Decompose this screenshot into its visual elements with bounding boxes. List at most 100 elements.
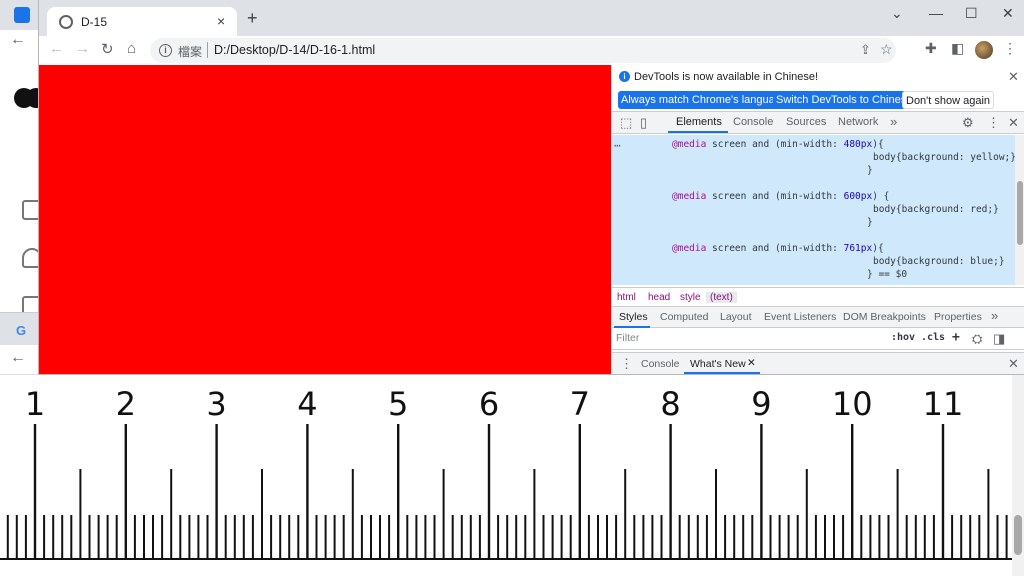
share-icon[interactable]: ⇪ [860, 42, 871, 58]
code-scrollbar-thumb[interactable] [1017, 181, 1023, 245]
code-keyword: @media [672, 139, 707, 150]
ruler-label: 10 [832, 385, 873, 423]
tab-elements[interactable]: Elements [676, 116, 722, 128]
breadcrumb: html head style (text) [612, 287, 1024, 307]
browser-window: D-15 × + ⌄ — ☐ ✕ ← → ↻ ⌂ i 檔案 D:/Desktop… [39, 0, 1024, 374]
code-line[interactable]: @media screen and (min-width: 600px) { [672, 191, 889, 202]
minimize-button[interactable]: — [929, 5, 943, 21]
tab-network[interactable]: Network [838, 116, 878, 128]
browser-toolbar: ← → ↻ ⌂ i 檔案 D:/Desktop/D-14/D-16-1.html… [39, 36, 1024, 65]
bookmark-star-icon[interactable]: ☆ [880, 41, 893, 58]
code-line[interactable]: @media screen and (min-width: 480px){ [672, 139, 884, 150]
subtab-computed[interactable]: Computed [660, 311, 708, 323]
ellipsis-icon[interactable]: ⋯ [614, 139, 621, 152]
switch-to-chinese-button[interactable]: Switch DevTools to Chinese [773, 91, 916, 109]
back-icon[interactable]: ← [10, 349, 26, 367]
code-line[interactable]: body{background: red;} [873, 204, 999, 215]
ruler-label: 11 [923, 385, 964, 423]
device-toolbar-icon[interactable]: ▯ [640, 115, 647, 131]
ruler-label: 9 [751, 385, 771, 423]
element-state-icon[interactable]: ⛭ [972, 331, 982, 347]
styles-filter-bar: Filter :hov .cls + ⛭ ◨ [612, 328, 1024, 350]
tab-strip: D-15 × + ⌄ — ☐ ✕ [39, 0, 1024, 36]
menu-icon[interactable]: ⋮ [1003, 40, 1017, 57]
ruler-label: 5 [388, 385, 408, 423]
subtab-properties[interactable]: Properties [934, 311, 982, 323]
profile-avatar[interactable] [975, 41, 993, 59]
breadcrumb-style[interactable]: style [680, 292, 701, 303]
tab-search-icon[interactable]: ⌄ [891, 5, 903, 22]
code-text: screen and (min-width: [706, 243, 844, 254]
side-panel-icon[interactable]: ◧ [951, 40, 964, 57]
breadcrumb-text[interactable]: (text) [706, 292, 737, 303]
new-tab-button[interactable]: + [247, 9, 258, 27]
more-options-icon[interactable]: ⋮ [987, 115, 1000, 131]
code-line[interactable]: body{background: blue;} [873, 256, 1005, 267]
code-text: ){ [872, 139, 884, 150]
devtools-drawer: ⋮ Console What's New ✕ ✕ [612, 352, 1024, 374]
forward-button[interactable]: → [75, 40, 90, 57]
code-line[interactable]: } [867, 165, 873, 176]
always-match-language-button[interactable]: Always match Chrome's language [618, 91, 790, 109]
address-url[interactable]: D:/Desktop/D-14/D-16-1.html [214, 43, 375, 57]
elements-code-view[interactable]: ⋯ @media screen and (min-width: 480px){ … [612, 135, 1015, 285]
drawer-tab-whats-new[interactable]: What's New [690, 358, 746, 370]
reload-button[interactable]: ↻ [101, 40, 114, 58]
info-icon[interactable]: i [159, 44, 172, 57]
close-drawer-tab-icon[interactable]: ✕ [747, 357, 756, 369]
code-keyword: @media [672, 243, 707, 254]
scrollbar[interactable] [1012, 375, 1024, 576]
devtools-tabs: ⬚ ▯ Elements Console Sources Network » ⚙… [612, 112, 1024, 134]
scrollbar-thumb[interactable] [1014, 515, 1022, 555]
code-line[interactable]: } [867, 217, 873, 228]
dont-show-again-button[interactable]: Don't show again [902, 91, 995, 109]
breadcrumb-head[interactable]: head [648, 292, 670, 303]
tab-sources[interactable]: Sources [786, 116, 826, 128]
background-back-icon[interactable]: ← [10, 31, 26, 49]
drawer-tab-console[interactable]: Console [641, 358, 680, 370]
hover-state-toggle[interactable]: :hov [891, 332, 915, 343]
subtab-dom-breakpoints[interactable]: DOM Breakpoints [843, 311, 926, 323]
tab-console[interactable]: Console [733, 116, 773, 128]
info-icon: i [619, 71, 630, 82]
class-toggle[interactable]: .cls [921, 332, 945, 343]
filter-input[interactable]: Filter [616, 332, 639, 344]
code-text: screen and (min-width: [706, 139, 844, 150]
code-line[interactable]: body{background: yellow;} [873, 152, 1015, 163]
extensions-icon[interactable]: ✚ [925, 40, 937, 57]
close-tab-icon[interactable]: × [217, 13, 225, 29]
maximize-button[interactable]: ☐ [965, 5, 978, 22]
subtab-styles[interactable]: Styles [619, 311, 648, 323]
back-button[interactable]: ← [49, 40, 64, 57]
close-window-button[interactable]: ✕ [1002, 5, 1014, 22]
code-scrollbar[interactable] [1015, 135, 1024, 285]
new-style-rule-button[interactable]: + [952, 330, 960, 345]
toggle-sidebar-icon[interactable]: ◨ [993, 331, 1005, 347]
close-devtools-icon[interactable]: ✕ [1008, 115, 1019, 131]
code-line[interactable]: @media screen and (min-width: 761px){ [672, 243, 884, 254]
ruler-label: 8 [660, 385, 680, 423]
more-subtabs-icon[interactable]: » [991, 308, 998, 323]
address-scheme: 檔案 [178, 45, 203, 59]
ruler-label: 3 [206, 385, 226, 423]
breadcrumb-html[interactable]: html [617, 292, 636, 303]
styles-subtabs: Styles Computed Layout Event Listeners D… [612, 307, 1024, 328]
more-tabs-icon[interactable]: » [890, 114, 897, 129]
close-banner-icon[interactable]: ✕ [1008, 69, 1019, 85]
page-viewport[interactable] [39, 65, 611, 374]
code-line[interactable]: } == $0 [867, 269, 907, 280]
drawer-menu-icon[interactable]: ⋮ [620, 356, 633, 372]
ruler-label: 2 [116, 385, 136, 423]
settings-gear-icon[interactable]: ⚙ [962, 115, 974, 131]
inspect-element-icon[interactable]: ⬚ [620, 115, 632, 131]
close-drawer-icon[interactable]: ✕ [1008, 356, 1019, 372]
code-text: ) { [872, 191, 890, 202]
ruler-image: 1 2 3 4 5 6 7 8 9 10 11 [0, 375, 1012, 576]
ruler-label: 1 [25, 385, 45, 423]
address-bar[interactable]: i 檔案 D:/Desktop/D-14/D-16-1.html ⇪ ☆ [150, 38, 896, 63]
subtab-event-listeners[interactable]: Event Listeners [764, 311, 836, 323]
tab-d15[interactable]: D-15 × [47, 7, 237, 36]
address-separator [207, 42, 208, 58]
subtab-layout[interactable]: Layout [720, 311, 752, 323]
home-button[interactable]: ⌂ [127, 40, 136, 57]
